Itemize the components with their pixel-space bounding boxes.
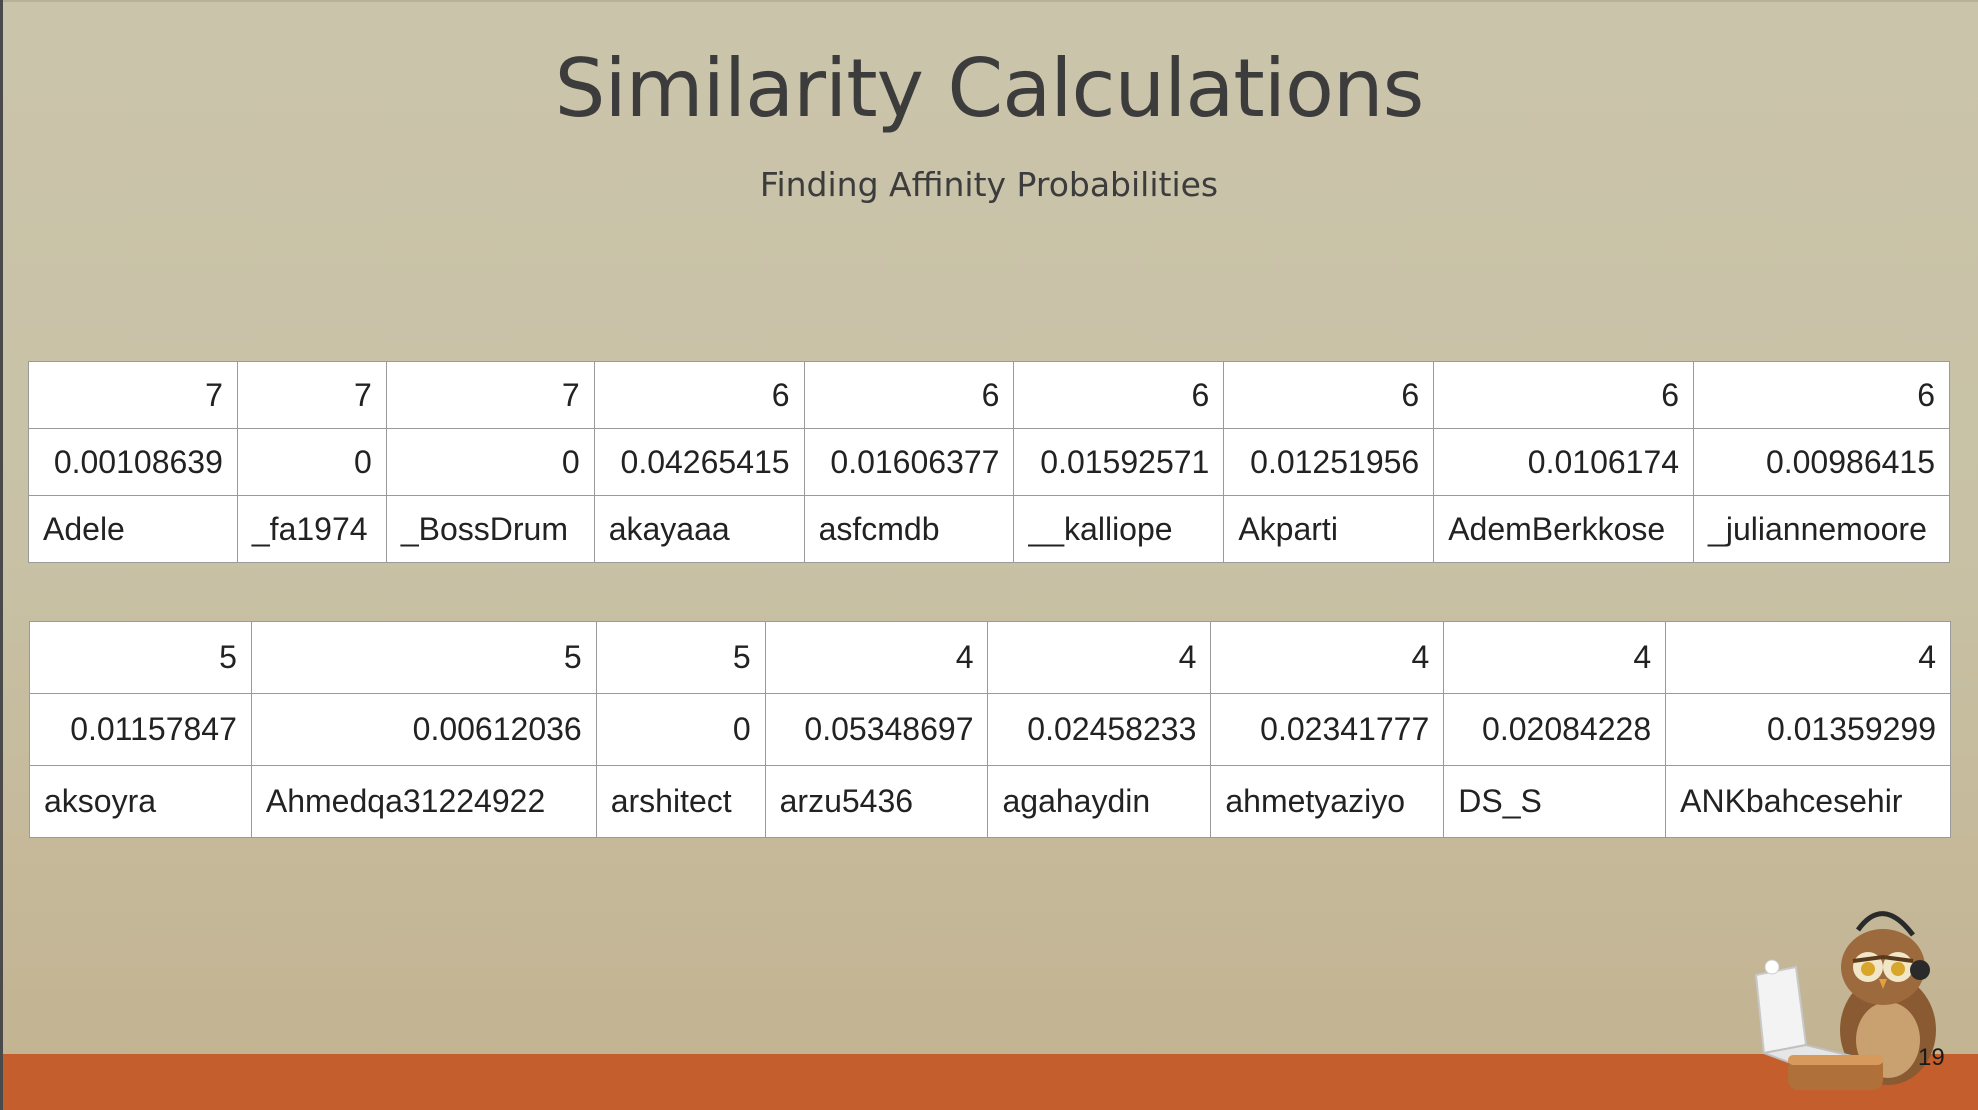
page-number: 19 — [1918, 1044, 1945, 1071]
name-cell: AdemBerkkose — [1433, 495, 1695, 563]
name-cell: agahaydin — [987, 765, 1212, 838]
score-cell: 0.00108639 — [28, 428, 238, 496]
score-cell: 0.01251956 — [1223, 428, 1435, 496]
count-cell: 6 — [1693, 361, 1950, 429]
scores-row: 0.01157847 0.00612036 0 0.05348697 0.024… — [29, 693, 1951, 766]
name-cell: Ahmedqa31224922 — [250, 765, 597, 838]
count-cell: 4 — [764, 621, 989, 694]
scores-row: 0.00108639 0 0 0.04265415 0.01606377 0.0… — [28, 428, 1950, 496]
slide-subtitle: Finding Affinity Probabilities — [759, 165, 1219, 204]
score-cell: 0.05348697 — [764, 693, 989, 766]
similarity-table-1: 7 7 7 6 6 6 6 6 6 0.00108639 0 0 0.04265… — [28, 361, 1950, 563]
name-cell: Adele — [28, 495, 238, 563]
count-cell: 7 — [236, 361, 387, 429]
slide-top-edge — [0, 0, 1978, 2]
count-cell: 4 — [1665, 621, 1951, 694]
similarity-table-2: 5 5 5 4 4 4 4 4 0.01157847 0.00612036 0 … — [29, 621, 1951, 838]
count-cell: 6 — [593, 361, 805, 429]
name-cell: Akparti — [1223, 495, 1435, 563]
name-cell: ANKbahcesehir — [1665, 765, 1951, 838]
score-cell: 0.0106174 — [1433, 428, 1695, 496]
score-cell: 0.04265415 — [593, 428, 805, 496]
count-cell: 7 — [385, 361, 595, 429]
count-cell: 4 — [987, 621, 1212, 694]
name-cell: arshitect — [595, 765, 766, 838]
score-cell: 0.02084228 — [1443, 693, 1667, 766]
score-cell: 0.01592571 — [1013, 428, 1225, 496]
score-cell: 0.02458233 — [987, 693, 1212, 766]
count-cell: 5 — [29, 621, 252, 694]
count-cell: 6 — [1433, 361, 1695, 429]
name-cell: asfcmdb — [803, 495, 1015, 563]
count-cell: 6 — [1223, 361, 1435, 429]
footer-bar — [3, 1054, 1978, 1110]
count-cell: 4 — [1443, 621, 1667, 694]
name-cell: arzu5436 — [764, 765, 989, 838]
count-cell: 4 — [1210, 621, 1445, 694]
score-cell: 0.00612036 — [250, 693, 597, 766]
name-cell: __kalliope — [1013, 495, 1225, 563]
score-cell: 0.01359299 — [1665, 693, 1951, 766]
count-cell: 7 — [28, 361, 238, 429]
name-cell: _fa1974 — [236, 495, 387, 563]
score-cell: 0.02341777 — [1210, 693, 1445, 766]
names-row: aksoyra Ahmedqa31224922 arshitect arzu54… — [29, 765, 1951, 838]
names-row: Adele _fa1974 _BossDrum akayaaa asfcmdb … — [28, 495, 1950, 563]
score-cell: 0 — [385, 428, 595, 496]
score-cell: 0 — [595, 693, 766, 766]
count-cell: 5 — [250, 621, 597, 694]
name-cell: akayaaa — [593, 495, 805, 563]
score-cell: 0.01157847 — [29, 693, 252, 766]
count-cell: 6 — [1013, 361, 1225, 429]
counts-row: 5 5 5 4 4 4 4 4 — [29, 621, 1951, 694]
score-cell: 0 — [236, 428, 387, 496]
score-cell: 0.01606377 — [803, 428, 1015, 496]
name-cell: _juliannemoore — [1693, 495, 1950, 563]
name-cell: aksoyra — [29, 765, 252, 838]
name-cell: _BossDrum — [385, 495, 595, 563]
counts-row: 7 7 7 6 6 6 6 6 6 — [28, 361, 1950, 429]
score-cell: 0.00986415 — [1693, 428, 1950, 496]
name-cell: ahmetyaziyo — [1210, 765, 1445, 838]
name-cell: DS_S — [1443, 765, 1667, 838]
owl-with-laptop-icon — [1754, 911, 1936, 1090]
count-cell: 6 — [803, 361, 1015, 429]
slide-title: Similarity Calculations — [554, 42, 1425, 135]
count-cell: 5 — [595, 621, 766, 694]
